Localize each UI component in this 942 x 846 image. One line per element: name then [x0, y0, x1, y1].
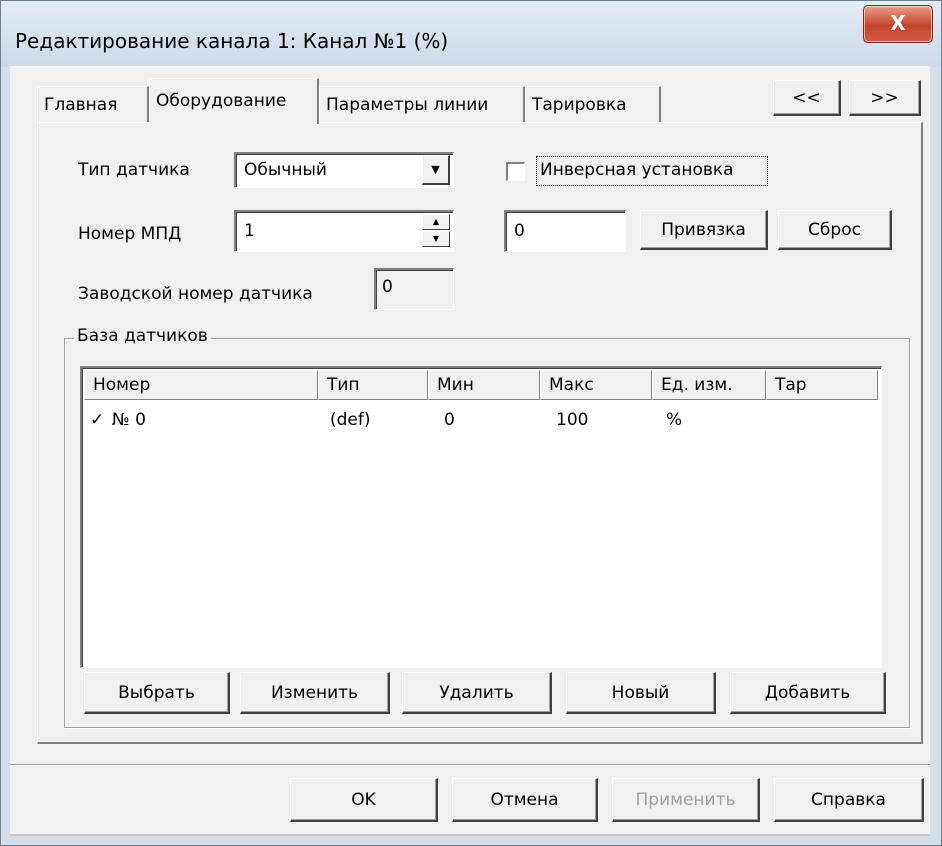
prev-tab-button[interactable]: <<	[773, 80, 841, 116]
sensor-base-title: База датчиков	[74, 326, 211, 346]
sensor-list[interactable]	[80, 366, 882, 668]
mpd-spin-up-button[interactable]: ▲	[422, 214, 450, 230]
cell-type: (def)	[330, 410, 371, 430]
column-header-max[interactable]: Макс	[540, 370, 652, 400]
column-header-unit[interactable]: Ед. изм.	[652, 370, 766, 400]
sensor-type-dropdown-button[interactable]: ▼	[422, 155, 450, 185]
tab-equipment-label: Оборудование	[156, 91, 287, 111]
help-button[interactable]: Справка	[774, 778, 924, 822]
select-button[interactable]: Выбрать	[84, 672, 230, 714]
delete-button[interactable]: Удалить	[402, 672, 552, 714]
spin-up-icon: ▲	[432, 217, 440, 226]
tab-calibration-label: Тарировка	[532, 95, 627, 115]
serial-value: 0	[382, 277, 393, 297]
sensor-type-value: Обычный	[244, 160, 327, 180]
serial-input[interactable]: 0	[374, 268, 454, 310]
edit-button[interactable]: Изменить	[240, 672, 390, 714]
column-header-type[interactable]: Тип	[318, 370, 428, 400]
new-button[interactable]: Новый	[566, 672, 716, 714]
tab-main[interactable]: Главная	[37, 86, 149, 122]
ok-button[interactable]: OK	[290, 778, 438, 822]
tab-equipment[interactable]: Оборудование	[149, 78, 319, 124]
spin-down-icon: ▼	[432, 234, 440, 243]
column-header-min[interactable]: Мин	[428, 370, 540, 400]
cell-unit: %	[666, 410, 683, 430]
reset-button[interactable]: Сброс	[778, 210, 892, 250]
close-button[interactable]: X	[863, 5, 933, 43]
binding-value: 0	[514, 221, 525, 241]
binding-input[interactable]: 0	[504, 210, 626, 252]
bind-button[interactable]: Привязка	[640, 210, 768, 250]
apply-button[interactable]: Применить	[612, 778, 760, 822]
close-icon: X	[890, 11, 906, 35]
serial-label: Заводской номер датчика	[78, 284, 313, 304]
tab-line-params[interactable]: Параметры линии	[319, 86, 525, 122]
sensor-type-select[interactable]: Обычный	[234, 152, 454, 188]
sensor-type-label: Тип датчика	[78, 160, 190, 180]
cancel-button[interactable]: Отмена	[452, 778, 598, 822]
next-tab-button[interactable]: >>	[849, 80, 921, 116]
mpd-value: 1	[244, 221, 255, 241]
cell-max: 100	[556, 410, 589, 430]
tab-main-label: Главная	[44, 95, 118, 115]
cell-number: № 0	[112, 410, 146, 430]
inverse-label[interactable]: Инверсная установка	[540, 160, 734, 180]
bottom-edge	[10, 834, 930, 836]
mpd-input[interactable]: 1	[234, 210, 454, 252]
column-header-tar[interactable]: Тар	[766, 370, 878, 400]
title-bar[interactable]: Редактирование канала 1: Канал №1 (%) X	[1, 1, 941, 67]
chevron-down-icon: ▼	[431, 163, 440, 176]
mpd-spin-down-button[interactable]: ▼	[422, 231, 450, 247]
tab-line-params-label: Параметры линии	[326, 95, 489, 115]
cell-min: 0	[444, 410, 455, 430]
window-title: Редактирование канала 1: Канал №1 (%)	[15, 29, 449, 53]
mpd-label: Номер МПД	[78, 224, 182, 244]
checkmark-icon: ✓	[90, 410, 105, 430]
footer-separator	[10, 764, 930, 766]
inverse-checkbox[interactable]	[506, 162, 525, 181]
add-button[interactable]: Добавить	[730, 672, 886, 714]
column-header-number[interactable]: Номер	[84, 370, 318, 400]
tab-calibration[interactable]: Тарировка	[525, 86, 661, 122]
